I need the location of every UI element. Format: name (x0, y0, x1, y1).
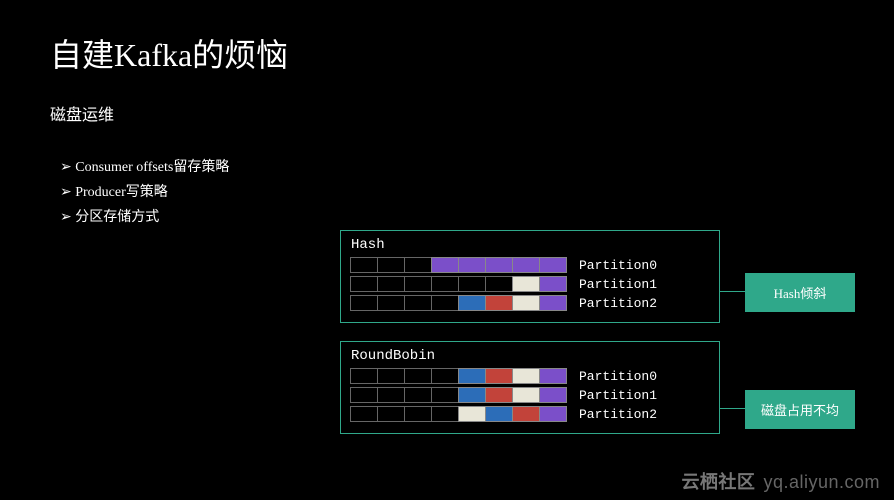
cell-white (512, 295, 540, 311)
cell-purple (512, 257, 540, 273)
cell-empty (377, 295, 405, 311)
cell-group (351, 257, 567, 273)
cell-red (512, 406, 540, 422)
partition-label: Partition2 (579, 407, 657, 422)
partition-row: Partition0 (351, 368, 709, 384)
partition-label: Partition1 (579, 277, 657, 292)
cell-white (512, 276, 540, 292)
watermark: 云栖社区 yq.aliyun.com (681, 468, 880, 494)
partition-diagrams: HashPartition0Partition1Partition2RoundB… (340, 230, 720, 452)
connector-line (720, 291, 745, 292)
cell-purple (539, 295, 567, 311)
cell-blue (458, 295, 486, 311)
cell-empty (350, 387, 378, 403)
bullet-item: Consumer offsets留存策略 (60, 155, 844, 180)
cell-empty (377, 387, 405, 403)
cell-purple (539, 368, 567, 384)
cell-empty (431, 295, 459, 311)
cell-empty (458, 276, 486, 292)
cell-empty (431, 387, 459, 403)
cell-empty (350, 257, 378, 273)
cell-empty (485, 276, 513, 292)
cell-empty (404, 368, 432, 384)
tag-callout: Hash倾斜 (745, 273, 855, 312)
partition-row: Partition0 (351, 257, 709, 273)
cell-group (351, 406, 567, 422)
cell-blue (458, 368, 486, 384)
cell-empty (404, 257, 432, 273)
cell-empty (404, 387, 432, 403)
cell-group (351, 295, 567, 311)
partition-row: Partition1 (351, 387, 709, 403)
cell-purple (539, 406, 567, 422)
cell-empty (431, 276, 459, 292)
cell-empty (350, 368, 378, 384)
cell-group (351, 387, 567, 403)
partition-label: Partition1 (579, 388, 657, 403)
cell-empty (404, 276, 432, 292)
cell-empty (377, 276, 405, 292)
section-hash: Hash Partition0 Partition1 Partition2 (340, 230, 720, 323)
watermark-url: yq.aliyun.com (763, 472, 880, 492)
cell-empty (350, 406, 378, 422)
partition-row: Partition2 (351, 406, 709, 422)
cell-empty (377, 406, 405, 422)
cell-purple (431, 257, 459, 273)
partition-row: Partition2 (351, 295, 709, 311)
section-roundbobin: RoundBobin Partition0 Partition1 Partition2 (340, 341, 720, 434)
cell-group (351, 368, 567, 384)
cell-blue (485, 406, 513, 422)
cell-red (485, 295, 513, 311)
section-label: RoundBobin (351, 348, 709, 364)
watermark-cn: 云栖社区 (681, 472, 755, 492)
partition-label: Partition0 (579, 369, 657, 384)
connector-line (720, 408, 745, 409)
cell-red (485, 368, 513, 384)
cell-red (485, 387, 513, 403)
cell-purple (539, 387, 567, 403)
cell-purple (458, 257, 486, 273)
cell-empty (350, 276, 378, 292)
cell-empty (404, 295, 432, 311)
tag-callout: 磁盘占用不均 (745, 390, 855, 429)
cell-white (458, 406, 486, 422)
bullet-item: Producer写策略 (60, 180, 844, 205)
page-title: 自建Kafka的烦恼 (50, 30, 844, 76)
cell-empty (350, 295, 378, 311)
cell-purple (539, 276, 567, 292)
cell-empty (431, 406, 459, 422)
bullet-item: 分区存储方式 (60, 205, 844, 230)
cell-blue (458, 387, 486, 403)
cell-purple (539, 257, 567, 273)
cell-group (351, 276, 567, 292)
partition-row: Partition1 (351, 276, 709, 292)
cell-white (512, 368, 540, 384)
cell-empty (377, 257, 405, 273)
cell-white (512, 387, 540, 403)
cell-empty (404, 406, 432, 422)
bullet-list: Consumer offsets留存策略Producer写策略分区存储方式 (60, 155, 844, 231)
partition-label: Partition0 (579, 258, 657, 273)
cell-purple (485, 257, 513, 273)
cell-empty (431, 368, 459, 384)
section-label: Hash (351, 237, 709, 253)
subtitle: 磁盘运维 (50, 101, 844, 125)
cell-empty (377, 368, 405, 384)
partition-label: Partition2 (579, 296, 657, 311)
